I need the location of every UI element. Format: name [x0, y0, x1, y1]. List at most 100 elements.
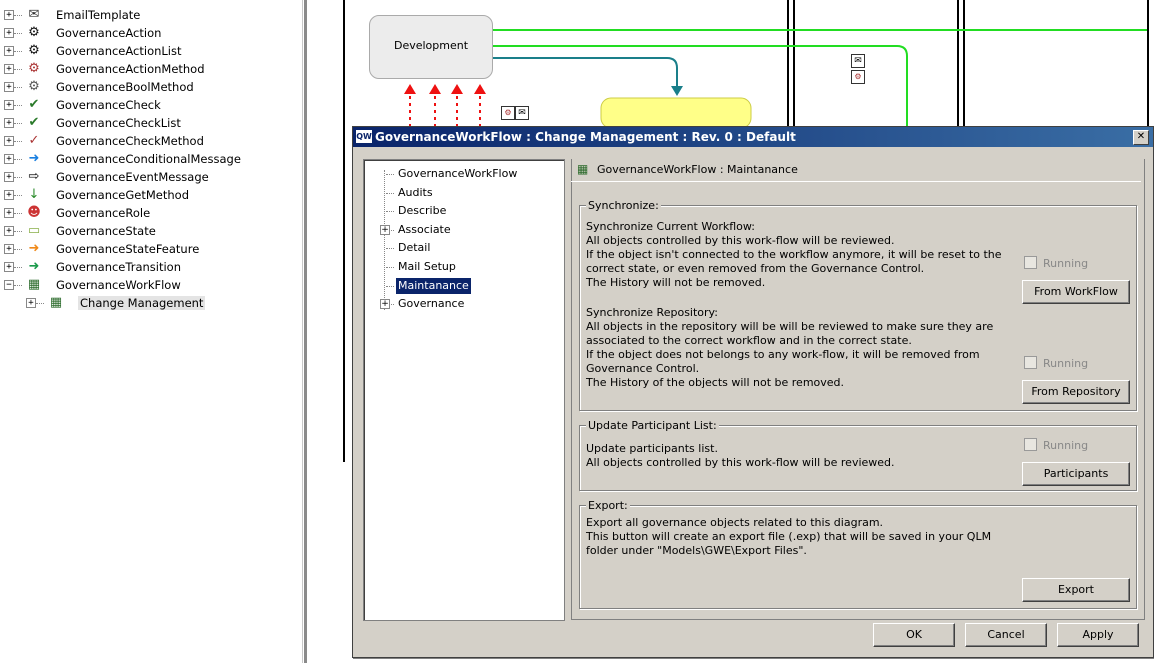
- nav-item[interactable]: Maintanance: [396, 277, 471, 294]
- tree-item[interactable]: + ↓ GovernanceGetMethod: [0, 186, 300, 204]
- nav-item[interactable]: Mail Setup: [396, 259, 458, 275]
- participants-button[interactable]: Participants: [1022, 462, 1130, 486]
- checkmark-icon: ✔: [28, 97, 40, 112]
- expand-toggle-icon[interactable]: +: [4, 190, 14, 200]
- tree-item[interactable]: + ⚙ GovernanceAction: [0, 24, 300, 42]
- email-icon[interactable]: ✉: [851, 54, 865, 68]
- tree-item-label: GovernanceConditionalMessage: [56, 152, 241, 166]
- tree-item[interactable]: + ➜ GovernanceStateFeature: [0, 240, 300, 258]
- tree-item-label: GovernanceTransition: [56, 260, 181, 274]
- cancel-button[interactable]: Cancel: [965, 623, 1047, 647]
- tree-item[interactable]: + ➜ GovernanceTransition: [0, 258, 300, 276]
- expand-toggle-icon[interactable]: +: [4, 118, 14, 128]
- tree-item[interactable]: + ✓ GovernanceCheckMethod: [0, 132, 300, 150]
- tree-connector: [14, 195, 22, 196]
- participants-text: Update participants list. All objects co…: [586, 442, 895, 469]
- dialog-titlebar[interactable]: QW GovernanceWorkFlow : Change Managemen…: [353, 127, 1153, 147]
- expand-toggle-icon[interactable]: +: [4, 154, 14, 164]
- incoming-arrows: [409, 96, 481, 126]
- expand-toggle-icon[interactable]: +: [4, 10, 14, 20]
- tree-item[interactable]: + ➜ GovernanceConditionalMessage: [0, 150, 300, 168]
- check-list-icon: ✔: [28, 115, 40, 130]
- nav-item[interactable]: Associate: [396, 222, 453, 238]
- expand-toggle-icon[interactable]: +: [4, 28, 14, 38]
- tree-item[interactable]: + ✔ GovernanceCheck: [0, 96, 300, 114]
- method-icon[interactable]: ⚙: [501, 106, 515, 120]
- nav-item[interactable]: Detail: [396, 240, 432, 256]
- checkbox-box[interactable]: [1024, 438, 1037, 451]
- participants-group: Update Participant List: Update particip…: [579, 419, 1137, 491]
- nav-item[interactable]: Governance: [396, 296, 466, 312]
- gear-icon: ⚙: [28, 25, 40, 40]
- tree-item[interactable]: + ⚙ GovernanceActionMethod: [0, 60, 300, 78]
- outline-arrow-icon: ⇨: [28, 169, 40, 184]
- nav-item[interactable]: GovernanceWorkFlow: [396, 166, 519, 182]
- expand-toggle-icon[interactable]: +: [380, 299, 390, 310]
- nav-item[interactable]: Describe: [396, 203, 448, 219]
- apply-button[interactable]: Apply: [1057, 623, 1139, 647]
- tree-item[interactable]: + ✔ GovernanceCheckList: [0, 114, 300, 132]
- tree-item-label: GovernanceState: [56, 224, 156, 238]
- tree-item[interactable]: + ⇨ GovernanceEventMessage: [0, 168, 300, 186]
- close-button[interactable]: ✕: [1133, 130, 1149, 145]
- tree-item-label: GovernanceAction: [56, 26, 162, 40]
- tree-item-label: EmailTemplate: [56, 8, 141, 22]
- tree-item[interactable]: + ⚙ GovernanceBoolMethod: [0, 78, 300, 96]
- tree-connector: [14, 105, 22, 106]
- tree-item[interactable]: + ▭ GovernanceState: [0, 222, 300, 240]
- tree-item[interactable]: + ✉ EmailTemplate: [0, 6, 300, 24]
- tree-connector: [386, 211, 394, 213]
- tree-connector: [386, 248, 394, 250]
- expand-toggle-icon[interactable]: −: [4, 280, 14, 290]
- expand-toggle-icon[interactable]: +: [4, 208, 14, 218]
- gear-method-icon: ⚙: [28, 61, 40, 76]
- workflow-dialog: QW GovernanceWorkFlow : Change Managemen…: [352, 126, 1154, 658]
- expand-toggle-icon[interactable]: +: [4, 46, 14, 56]
- email-icon[interactable]: ✉: [515, 106, 529, 120]
- export-group: Export: Export all governance objects re…: [579, 499, 1137, 609]
- expand-toggle-icon[interactable]: +: [4, 64, 14, 74]
- dialog-nav-tree: GovernanceWorkFlow Audits Describe + Associa…: [363, 159, 565, 621]
- expand-toggle-icon[interactable]: +: [4, 82, 14, 92]
- from-repository-button[interactable]: From Repository: [1022, 380, 1130, 404]
- tree-item[interactable]: + ▦ Change Management: [0, 294, 300, 312]
- state-development[interactable]: Development: [369, 15, 493, 79]
- expand-toggle-icon[interactable]: +: [4, 136, 14, 146]
- content-header: ▦ GovernanceWorkFlow : Maintanance: [571, 159, 1141, 182]
- checkbox-box[interactable]: [1024, 256, 1037, 269]
- expand-toggle-icon[interactable]: +: [4, 244, 14, 254]
- expand-toggle-icon[interactable]: +: [26, 298, 36, 308]
- from-workflow-button[interactable]: From WorkFlow: [1022, 280, 1130, 304]
- method-icon[interactable]: ⚙: [851, 70, 865, 84]
- tree-item[interactable]: − ▦ GovernanceWorkFlow: [0, 276, 300, 294]
- participants-running-checkbox[interactable]: Running: [1024, 438, 1088, 452]
- expand-toggle-icon[interactable]: +: [4, 262, 14, 272]
- tree-item[interactable]: + ⚙ GovernanceActionList: [0, 42, 300, 60]
- role-icon: ☻: [27, 205, 41, 220]
- group-caption: Update Participant List:: [586, 419, 719, 432]
- sync-workflow-text: Synchronize Current Workflow: All object…: [586, 220, 1002, 289]
- email-icon: ✉: [28, 7, 40, 22]
- tree-connector: [14, 267, 22, 268]
- expand-toggle-icon[interactable]: +: [380, 224, 390, 235]
- ok-button[interactable]: OK: [873, 623, 955, 647]
- nav-item[interactable]: Audits: [396, 185, 435, 201]
- group-caption: Export:: [586, 499, 630, 512]
- checkbox-label: Running: [1043, 357, 1089, 370]
- tree-item-label: GovernanceWorkFlow: [56, 278, 181, 292]
- tree-item-label: GovernanceActionList: [56, 44, 182, 58]
- expand-toggle-icon[interactable]: +: [4, 172, 14, 182]
- expand-toggle-icon[interactable]: +: [4, 100, 14, 110]
- repository-running-checkbox[interactable]: Running: [1024, 356, 1088, 370]
- tree-connector: [14, 123, 22, 124]
- tree-item[interactable]: + ☻ GovernanceRole: [0, 204, 300, 222]
- workflow-running-checkbox[interactable]: Running: [1024, 256, 1088, 270]
- checkbox-box[interactable]: [1024, 356, 1037, 369]
- sync-repository-text: Synchronize Repository: All objects in t…: [586, 306, 994, 389]
- export-button[interactable]: Export: [1022, 578, 1130, 602]
- tree-connector: [36, 303, 44, 304]
- export-text: Export all governance objects related to…: [586, 516, 992, 557]
- check-method-icon: ✓: [28, 133, 40, 148]
- green-arrow-icon: ➜: [28, 259, 40, 274]
- expand-toggle-icon[interactable]: +: [4, 226, 14, 236]
